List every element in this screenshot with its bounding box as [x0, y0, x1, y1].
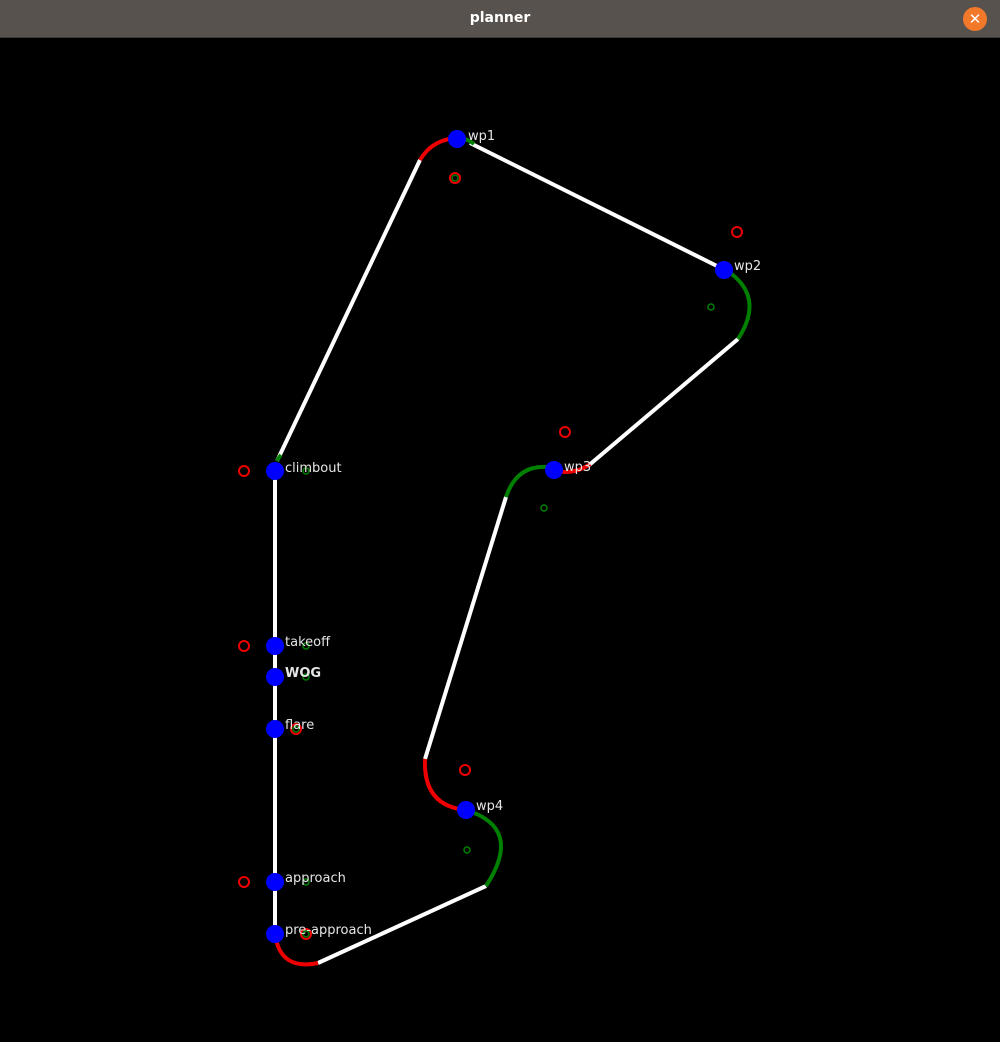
segment-climbout-wp1 — [275, 159, 422, 462]
right-centre-wp4 — [459, 764, 471, 776]
waypoint-label: wp1 — [468, 129, 495, 144]
waypoint-marker[interactable] — [266, 925, 284, 943]
waypoint-marker[interactable] — [266, 668, 284, 686]
waypoint-marker[interactable] — [545, 461, 563, 479]
waypoint-label: wp2 — [734, 259, 761, 274]
waypoint-label: climbout — [285, 461, 342, 476]
waypoint-label: WOG — [285, 666, 321, 681]
segment-wp1-wp2 — [469, 141, 722, 270]
arc-wp4-right — [422, 758, 467, 812]
waypoint-approach[interactable]: approach — [266, 871, 346, 891]
waypoint-marker[interactable] — [715, 261, 733, 279]
waypoint-climbout[interactable]: climbout — [266, 461, 342, 480]
waypoint-takeoff[interactable]: takeoff — [266, 635, 331, 655]
waypoint-wp3[interactable]: wp3 — [545, 460, 591, 479]
waypoint-label: wp3 — [564, 460, 591, 475]
left-turn-centres — [292, 174, 715, 938]
waypoint-label: flare — [285, 718, 314, 733]
window-titlebar: planner ✕ — [0, 0, 1000, 38]
waypoint-marker[interactable] — [266, 873, 284, 891]
arc-wp4-left — [465, 808, 503, 888]
right-centre-climbout — [238, 465, 250, 477]
right-centre-takeoff — [238, 640, 250, 652]
arc-wp2-left — [724, 268, 752, 341]
waypoint-wp2[interactable]: wp2 — [715, 259, 761, 279]
waypoint-flare[interactable]: flare — [266, 718, 314, 738]
waypoint-label: pre-approach — [285, 923, 372, 938]
flight-path-plot: wp1 wp2 wp3 wp4 pre-approach approach fl… — [238, 129, 761, 967]
waypoint-label: approach — [285, 871, 346, 886]
waypoint-marker[interactable] — [448, 130, 466, 148]
waypoint-wog[interactable]: WOG — [266, 666, 321, 686]
left-centre-wp3 — [540, 504, 548, 512]
left-centre-wp2 — [707, 303, 715, 311]
left-centre-wp1 — [451, 174, 459, 182]
segment-wp3-wp4 — [423, 496, 508, 760]
right-centre-wp3 — [559, 426, 571, 438]
close-icon: ✕ — [968, 10, 982, 28]
waypoint-marker[interactable] — [266, 720, 284, 738]
waypoint-label: wp4 — [476, 799, 503, 814]
planner-canvas[interactable]: wp1 wp2 wp3 wp4 pre-approach approach fl… — [0, 38, 1000, 1037]
right-centre-wp2 — [731, 226, 743, 238]
waypoint-marker[interactable] — [457, 801, 475, 819]
straight-segments — [273, 141, 740, 965]
window-title: planner — [469, 10, 531, 26]
close-button[interactable]: ✕ — [963, 7, 987, 31]
right-centre-approach — [238, 876, 250, 888]
segment-wp2-wp3 — [586, 337, 740, 468]
left-centre-wp4 — [463, 846, 471, 854]
waypoint-preapproach[interactable]: pre-approach — [266, 923, 372, 943]
waypoint-marker[interactable] — [266, 462, 284, 480]
waypoint-label: takeoff — [285, 635, 331, 650]
left-turn-arcs — [275, 136, 752, 888]
waypoint-marker[interactable] — [266, 637, 284, 655]
